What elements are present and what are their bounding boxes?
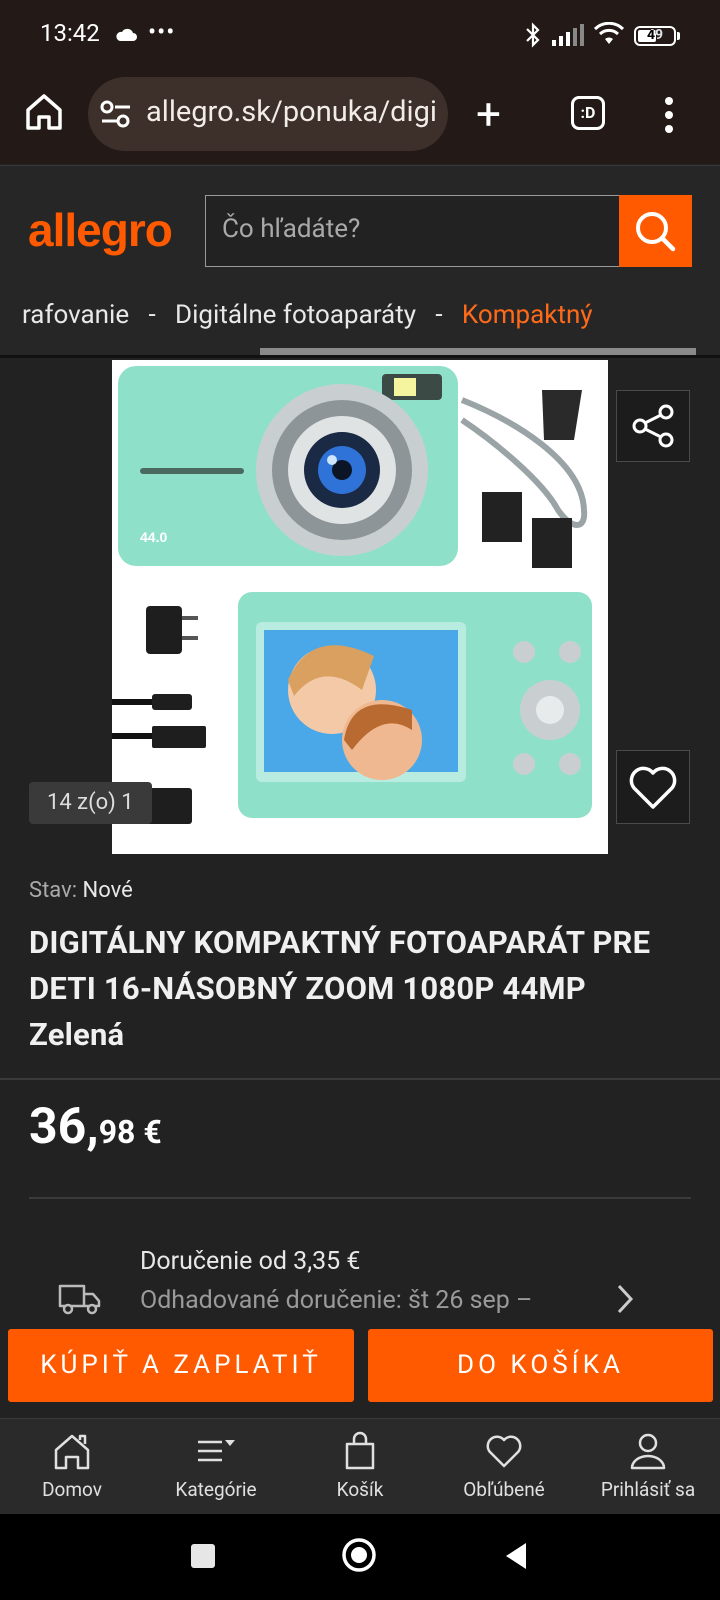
battery-icon: 49 xyxy=(634,26,676,46)
url-text[interactable]: allegro.sk/ponuka/digi xyxy=(146,95,438,129)
breadcrumb-scrollbar[interactable] xyxy=(260,348,696,355)
home-icon xyxy=(54,1434,90,1470)
condition-value: Nové xyxy=(82,878,133,903)
share-icon xyxy=(632,404,674,448)
bluetooth-icon xyxy=(526,22,540,48)
nav-login[interactable]: Prihlásiť sa xyxy=(576,1430,720,1501)
user-icon xyxy=(630,1433,666,1470)
tab-switcher-button[interactable]: :D xyxy=(571,96,605,130)
shopping-bag-icon xyxy=(345,1431,375,1470)
divider xyxy=(29,1197,691,1199)
more-menu-icon[interactable] xyxy=(664,96,674,134)
share-button[interactable] xyxy=(616,390,690,462)
status-more-icon: ••• xyxy=(148,18,176,46)
chevron-right-icon[interactable] xyxy=(614,1282,636,1316)
breadcrumb: rafovanie - Digitálne fotoaparáty - Komp… xyxy=(22,300,593,330)
new-tab-button[interactable]: + xyxy=(476,92,501,136)
price-decimal: 98 xyxy=(98,1113,136,1151)
divider xyxy=(0,1078,720,1080)
search-icon xyxy=(636,212,676,252)
buy-now-button[interactable]: KÚPIŤ A ZAPLATIŤ xyxy=(8,1329,354,1402)
nav-home-label: Domov xyxy=(42,1478,102,1501)
allegro-logo[interactable]: allegro xyxy=(28,203,173,257)
wifi-icon xyxy=(594,22,624,44)
breadcrumb-item-digital-cameras[interactable]: Digitálne fotoaparáty xyxy=(175,300,416,330)
battery-tip xyxy=(677,32,680,40)
nav-categories-label: Kategórie xyxy=(175,1478,257,1501)
site-settings-icon[interactable] xyxy=(100,100,132,128)
condition-label: Stav: xyxy=(29,878,78,903)
categories-icon xyxy=(198,1440,235,1462)
product-image[interactable]: 44.0 xyxy=(112,360,608,854)
camera-illustration: 44.0 xyxy=(112,366,592,824)
price-currency: € xyxy=(143,1113,162,1151)
system-home-button[interactable] xyxy=(341,1537,377,1573)
nav-favorites-label: Obľúbené xyxy=(463,1478,545,1501)
breadcrumb-item-compact[interactable]: Kompaktný xyxy=(462,300,593,330)
nav-login-label: Prihlásiť sa xyxy=(600,1478,696,1501)
system-back-button[interactable] xyxy=(504,1541,528,1571)
delivery-truck-icon xyxy=(58,1284,101,1315)
breadcrumb-separator: - xyxy=(148,300,156,330)
status-time: 13:42 xyxy=(40,19,100,47)
recents-button[interactable] xyxy=(191,1544,215,1568)
price: 36,98 € xyxy=(29,1098,162,1156)
price-integer: 36, xyxy=(29,1098,99,1156)
breadcrumb-separator: - xyxy=(435,300,443,330)
image-counter: 14 z(o) 1 xyxy=(29,782,152,824)
nav-cart-label: Košík xyxy=(336,1478,384,1501)
delivery-price[interactable]: Doručenie od 3,35 € xyxy=(140,1247,360,1276)
search-button[interactable] xyxy=(619,195,692,267)
home-icon[interactable] xyxy=(20,88,68,136)
favorite-button[interactable] xyxy=(616,750,690,824)
header-divider xyxy=(0,355,720,358)
nav-favorites[interactable]: Obľúbené xyxy=(432,1430,576,1501)
signal-icon xyxy=(552,24,584,46)
condition: Stav: Nové xyxy=(29,878,133,903)
nav-home[interactable]: Domov xyxy=(0,1430,144,1501)
heart-icon xyxy=(629,766,677,809)
product-title: DIGITÁLNY KOMPAKTNÝ FOTOAPARÁT PRE DETI … xyxy=(29,924,651,1053)
breadcrumb-item-photography[interactable]: rafovanie xyxy=(22,300,129,330)
cloud-icon xyxy=(116,28,137,41)
delivery-estimate[interactable]: Odhadované doručenie: št 26 sep – xyxy=(140,1286,532,1315)
svg-text:44.0: 44.0 xyxy=(140,529,167,545)
heart-icon xyxy=(486,1435,522,1468)
battery-level: 49 xyxy=(646,27,664,43)
nav-cart[interactable]: Košík xyxy=(288,1430,432,1501)
add-to-cart-button[interactable]: DO KOŠÍKA xyxy=(368,1329,713,1402)
nav-categories[interactable]: Kategórie xyxy=(144,1430,288,1501)
search-placeholder[interactable]: Čo hľadáte? xyxy=(222,214,360,244)
